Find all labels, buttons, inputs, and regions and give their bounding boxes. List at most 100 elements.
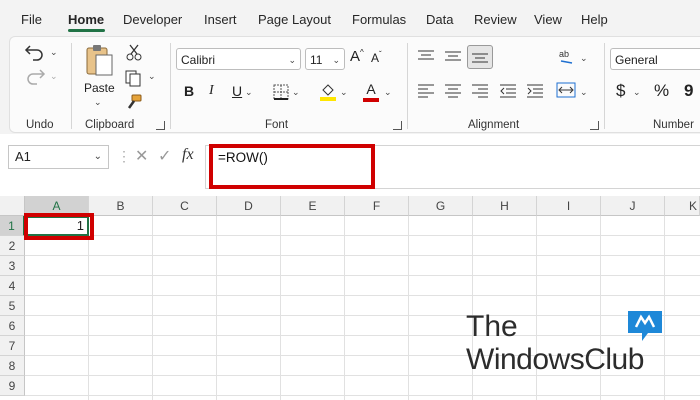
merge-dropdown-chevron-icon[interactable]: ⌄ xyxy=(580,87,588,98)
tab-file[interactable]: File xyxy=(21,12,42,27)
cut-icon[interactable] xyxy=(125,43,143,61)
paste-label[interactable]: Paste xyxy=(84,81,115,95)
group-label-number: Number xyxy=(653,119,694,131)
align-center-icon[interactable] xyxy=(444,83,462,99)
percent-icon[interactable]: % xyxy=(654,81,669,101)
active-tab-indicator xyxy=(68,29,105,32)
column-header-g[interactable]: G xyxy=(409,196,473,216)
column-header-i[interactable]: I xyxy=(537,196,601,216)
borders-dropdown-chevron-icon[interactable]: ⌄ xyxy=(292,87,300,98)
row-header-9[interactable]: 9 xyxy=(0,376,25,396)
tab-review[interactable]: Review xyxy=(474,12,517,27)
font-size-value: 11 xyxy=(310,53,323,67)
row-header-1[interactable]: 1 xyxy=(0,216,25,236)
comma-style-icon[interactable]: 9 xyxy=(684,81,693,101)
paste-dropdown-chevron-icon[interactable]: ⌄ xyxy=(94,97,102,108)
merge-center-icon[interactable] xyxy=(556,81,576,99)
row-header-4[interactable]: 4 xyxy=(0,276,25,296)
tab-data[interactable]: Data xyxy=(426,12,453,27)
insert-function-icon[interactable]: fx xyxy=(182,146,194,164)
row-header-6[interactable]: 6 xyxy=(0,316,25,336)
tab-view[interactable]: View xyxy=(534,12,562,27)
cancel-formula-icon[interactable]: ✕ xyxy=(135,146,148,166)
column-header-j[interactable]: J xyxy=(601,196,665,216)
number-format-combo[interactable]: General xyxy=(610,48,700,70)
select-all-corner[interactable] xyxy=(0,196,25,216)
column-header-c[interactable]: C xyxy=(153,196,217,216)
redo-icon[interactable] xyxy=(24,67,50,85)
ribbon-separator xyxy=(71,43,72,129)
group-label-font: Font xyxy=(265,119,289,131)
orientation-dropdown-chevron-icon[interactable]: ⌄ xyxy=(580,53,588,64)
currency-dropdown-chevron-icon[interactable]: ⌄ xyxy=(633,87,641,98)
row-header-7[interactable]: 7 xyxy=(0,336,25,356)
tab-help[interactable]: Help xyxy=(581,12,608,27)
undo-icon[interactable] xyxy=(24,43,50,61)
group-label-undo: Undo xyxy=(26,119,54,131)
cell-highlight-box xyxy=(24,213,94,240)
font-size-combo[interactable]: 11 ⌄ xyxy=(305,48,345,70)
undo-dropdown-chevron-icon[interactable]: ⌄ xyxy=(50,47,58,58)
row-header-2[interactable]: 2 xyxy=(0,236,25,256)
tab-insert[interactable]: Insert xyxy=(204,12,237,27)
decrease-indent-icon[interactable] xyxy=(499,83,517,99)
currency-icon[interactable]: $ xyxy=(616,81,625,101)
column-header-f[interactable]: F xyxy=(345,196,409,216)
tab-home[interactable]: Home xyxy=(68,12,104,27)
chevron-down-icon: ⌄ xyxy=(332,55,340,65)
number-format-value: General xyxy=(615,53,658,67)
underline-icon[interactable]: U xyxy=(232,83,242,99)
tab-page-layout[interactable]: Page Layout xyxy=(258,12,331,27)
row-header-3[interactable]: 3 xyxy=(0,256,25,276)
menu-bar: File Home Developer Insert Page Layout F… xyxy=(0,0,700,36)
column-header-h[interactable]: H xyxy=(473,196,537,216)
format-painter-icon[interactable] xyxy=(125,93,143,111)
row-header-8[interactable]: 8 xyxy=(0,356,25,376)
copy-dropdown-chevron-icon[interactable]: ⌄ xyxy=(148,71,156,82)
group-label-clipboard: Clipboard xyxy=(85,119,135,131)
font-name-combo[interactable]: Calibri ⌄ xyxy=(176,48,301,70)
align-right-icon[interactable] xyxy=(471,83,489,99)
paste-icon[interactable] xyxy=(84,43,114,77)
watermark-line1: The xyxy=(466,310,518,343)
confirm-formula-icon[interactable]: ✓ xyxy=(158,146,171,166)
name-box[interactable]: A1 ⌄ xyxy=(8,145,109,169)
chevron-down-icon: ⌄ xyxy=(288,55,296,65)
fill-color-dropdown-chevron-icon[interactable]: ⌄ xyxy=(340,87,348,98)
clipboard-launcher-icon[interactable] xyxy=(156,121,165,130)
column-header-b[interactable]: B xyxy=(89,196,153,216)
column-header-d[interactable]: D xyxy=(217,196,281,216)
fill-color-icon[interactable] xyxy=(319,81,337,101)
copy-icon[interactable] xyxy=(124,69,144,87)
name-box-value: A1 xyxy=(15,149,31,164)
bold-icon[interactable]: B xyxy=(184,83,194,99)
group-label-alignment: Alignment xyxy=(468,119,520,131)
column-header-k[interactable]: K xyxy=(665,196,700,216)
windowsclub-logo-icon xyxy=(628,311,662,341)
top-align-icon[interactable] xyxy=(417,49,435,63)
increase-font-size-icon[interactable]: A^ xyxy=(350,48,364,65)
row-header-5[interactable]: 5 xyxy=(0,296,25,316)
align-left-icon[interactable] xyxy=(417,83,435,99)
borders-icon[interactable] xyxy=(273,84,289,100)
font-launcher-icon[interactable] xyxy=(393,121,402,130)
redo-dropdown-chevron-icon[interactable]: ⌄ xyxy=(50,71,58,82)
bottom-align-icon xyxy=(472,53,488,63)
font-color-icon[interactable]: A xyxy=(363,81,379,102)
tab-formulas[interactable]: Formulas xyxy=(352,12,406,27)
alignment-launcher-icon[interactable] xyxy=(590,121,599,130)
ribbon: ⌄ ⌄ Undo Paste ⌄ ⌄ Clipboard Calibri ⌄ 1… xyxy=(0,36,700,134)
font-color-dropdown-chevron-icon[interactable]: ⌄ xyxy=(384,87,392,98)
orientation-icon[interactable]: ab xyxy=(557,47,577,67)
italic-icon[interactable]: I xyxy=(209,83,214,99)
watermark-line2: WindowsClub xyxy=(466,343,644,376)
underline-dropdown-chevron-icon[interactable]: ⌄ xyxy=(245,87,253,98)
ribbon-separator xyxy=(170,43,171,129)
decrease-font-size-icon[interactable]: Aˇ xyxy=(371,50,382,65)
column-header-e[interactable]: E xyxy=(281,196,345,216)
tab-developer[interactable]: Developer xyxy=(123,12,182,27)
bottom-align-button[interactable] xyxy=(467,45,493,69)
middle-align-icon[interactable] xyxy=(444,49,462,63)
svg-text:ab: ab xyxy=(559,49,569,59)
increase-indent-icon[interactable] xyxy=(526,83,544,99)
